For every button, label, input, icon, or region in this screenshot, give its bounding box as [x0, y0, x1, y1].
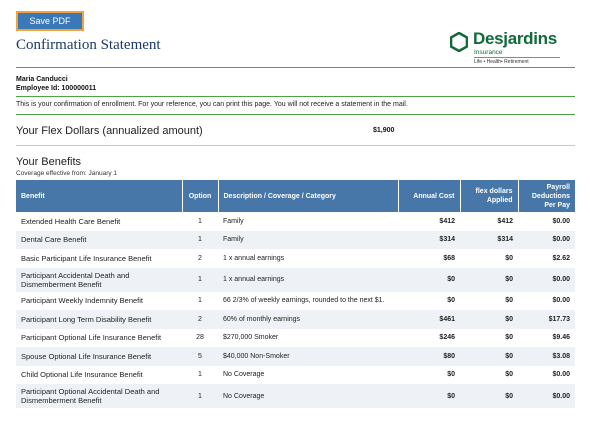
employee-name: Maria Canducci [16, 76, 68, 83]
benefit-annual-cost: $80 [398, 347, 460, 366]
benefit-flex-applied: $0 [460, 267, 518, 292]
flex-divider [16, 145, 575, 146]
flex-dollars-label: Your Flex Dollars (annualized amount) [16, 125, 203, 137]
save-pdf-button[interactable]: Save PDF [16, 11, 84, 31]
brand-tagline: Life • Health• Retirement [474, 59, 529, 65]
benefit-annual-cost: $68 [443, 254, 455, 262]
table-row: Spouse Optional Life Insurance Benefit 5… [16, 347, 575, 366]
notice-divider [16, 114, 575, 115]
table-row: Basic Participant Life Insurance Benefit… [16, 249, 575, 268]
column-header-option: Option [182, 180, 219, 212]
column-header-flex-applied: flex dollars Applied [460, 180, 519, 212]
benefit-name: Basic Participant Life Insurance Benefit [21, 253, 152, 263]
brand-name: Desjardins [473, 29, 557, 48]
coverage-effective: Coverage effective from: January 1 [16, 170, 118, 177]
benefit-description: Family [218, 230, 398, 249]
logo-divider [474, 57, 560, 58]
benefit-annual-cost: $0 [398, 384, 460, 408]
column-header-benefit: Benefit [16, 180, 183, 212]
benefit-option: 2 [182, 310, 218, 329]
benefit-annual-cost: $0 [398, 267, 460, 292]
benefit-description: 66 2/3% of weekly earnings, rounded to t… [223, 297, 385, 305]
benefit-option: 1 [198, 297, 202, 305]
table-row: Participant Long Term Disability Benefit… [16, 310, 575, 329]
benefits-title: Your Benefits [16, 156, 82, 168]
confirmation-notice: This is your confirmation of enrollment.… [16, 101, 408, 108]
benefit-annual-cost: $0 [447, 371, 455, 379]
benefit-annual-cost: $246 [439, 334, 455, 342]
flex-dollars-value: $1,900 [373, 127, 395, 134]
page-title: Confirmation Statement [16, 37, 161, 53]
benefit-flex-applied: $0 [505, 254, 513, 262]
table-row: Child Optional Life Insurance Benefit 1 … [16, 366, 575, 385]
benefit-payroll: $0.00 [552, 297, 570, 305]
benefit-flex-applied: $0 [460, 384, 518, 408]
benefit-description: No Coverage [218, 384, 398, 408]
benefit-name: Participant Optional Accidental Death an… [16, 384, 182, 408]
benefit-payroll: $17.73 [518, 310, 575, 329]
brand-sub: Insurance [474, 49, 503, 56]
desjardins-hexagon-icon [450, 32, 468, 52]
benefit-name: Participant Weekly Indemnity Benefit [21, 296, 144, 306]
benefit-option: 1 [198, 371, 202, 379]
benefit-description: No Coverage [223, 371, 265, 379]
benefit-annual-cost: $412 [439, 217, 455, 225]
benefit-flex-applied: $0 [505, 371, 513, 379]
benefit-option: 28 [196, 334, 204, 342]
employee-id: Employee Id: 100000011 [16, 85, 97, 92]
benefit-description: 60% of monthly earnings [218, 310, 398, 329]
benefit-description: Family [223, 217, 244, 225]
table-row: Participant Optional Accidental Death an… [16, 384, 575, 408]
benefit-option: 1 [182, 230, 218, 249]
benefit-annual-cost: $461 [398, 310, 460, 329]
benefit-payroll: $0.00 [518, 384, 575, 408]
benefit-name: Participant Accidental Death and Dismemb… [16, 267, 182, 292]
benefit-option: 1 [182, 267, 218, 292]
header-divider [16, 67, 575, 68]
desjardins-logo: Desjardins Insurance Life • Health• Reti… [450, 29, 560, 70]
table-row: Participant Weekly Indemnity Benefit 1 6… [16, 292, 575, 311]
table-header-row: Benefit Option Description / Coverage / … [16, 180, 575, 212]
benefit-option: 2 [198, 254, 202, 262]
benefit-option: 1 [182, 384, 218, 408]
benefit-payroll: $3.08 [518, 347, 575, 366]
benefit-payroll: $0.00 [518, 267, 575, 292]
benefit-option: 1 [198, 217, 202, 225]
benefit-payroll: $9.46 [552, 334, 570, 342]
benefit-name: Participant Optional Life Insurance Bene… [21, 333, 162, 343]
benefit-name: Child Optional Life Insurance Benefit [21, 370, 143, 380]
benefit-description: 1 x annual earnings [223, 254, 285, 262]
table-row: Extended Health Care Benefit 1 Family $4… [16, 212, 575, 231]
benefit-payroll: $0.00 [552, 371, 570, 379]
table-row: Participant Optional Life Insurance Bene… [16, 329, 575, 348]
table-row: Participant Accidental Death and Dismemb… [16, 267, 575, 292]
benefit-payroll: $0.00 [518, 230, 575, 249]
table-row: Dental Care Benefit 1 Family $314 $314 $… [16, 230, 575, 249]
benefit-name: Extended Health Care Benefit [21, 216, 121, 226]
benefit-option: 5 [182, 347, 218, 366]
benefit-description: $270,000 Smoker [223, 334, 279, 342]
employee-divider [16, 96, 575, 97]
column-header-payroll: Payroll Deductions Per Pay [518, 180, 575, 212]
benefit-flex-applied: $0 [505, 334, 513, 342]
column-header-description: Description / Coverage / Category [218, 180, 399, 212]
benefit-name: Participant Long Term Disability Benefit [16, 310, 182, 329]
benefit-flex-applied: $0 [460, 310, 518, 329]
benefits-table: Benefit Option Description / Coverage / … [16, 180, 575, 408]
benefit-annual-cost: $314 [398, 230, 460, 249]
benefit-flex-applied: $412 [497, 217, 513, 225]
column-header-annual-cost: Annual Cost [398, 180, 461, 212]
benefit-flex-applied: $0 [460, 347, 518, 366]
benefit-flex-applied: $0 [505, 297, 513, 305]
benefit-payroll: $2.62 [552, 254, 570, 262]
benefit-description: 1 x annual earnings [218, 267, 398, 292]
benefit-description: $40,000 Non-Smoker [218, 347, 398, 366]
benefit-flex-applied: $314 [460, 230, 518, 249]
benefit-name: Dental Care Benefit [16, 230, 182, 249]
benefit-annual-cost: $0 [447, 297, 455, 305]
benefit-name: Spouse Optional Life Insurance Benefit [16, 347, 182, 366]
benefit-payroll: $0.00 [552, 217, 570, 225]
